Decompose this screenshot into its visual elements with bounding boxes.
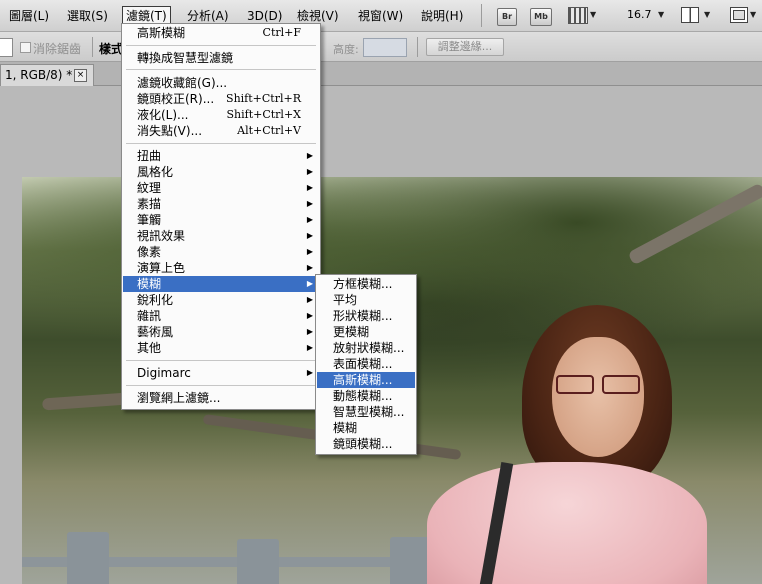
options-divider [92,37,93,57]
submenu-item-smart-blur[interactable]: 智慧型模糊... [317,404,415,420]
document-tab[interactable]: 1, RGB/8) * × [0,64,94,86]
options-divider [417,37,418,57]
submenu-arrow-icon: ▶ [306,151,313,160]
glasses-lens [602,375,640,394]
person-shirt [427,462,707,584]
menu-item-video[interactable]: 視訊效果 ▶ [123,228,319,244]
chevron-down-icon[interactable]: ▼ [658,10,664,19]
menu-item-texture[interactable]: 紋理 ▶ [123,180,319,196]
submenu-arrow-icon: ▶ [306,183,313,192]
submenu-item-average[interactable]: 平均 [317,292,415,308]
submenu-arrow-icon: ▶ [306,368,313,377]
chevron-down-icon[interactable]: ▼ [704,10,710,19]
submenu-item-box-blur[interactable]: 方框模糊... [317,276,415,292]
submenu-item-lens-blur[interactable]: 鏡頭模糊... [317,436,415,452]
style-label: 樣式 [99,42,124,56]
eyeglasses [554,373,642,394]
options-bar: 消除鋸齒 樣式 高度: 調整邊緣... [0,32,762,62]
menu-separator [126,143,316,144]
menu-item-sharpen[interactable]: 銳利化 ▶ [123,292,319,308]
submenu-arrow-icon: ▶ [306,199,313,208]
close-icon[interactable]: × [74,69,87,82]
menu-item-liquify[interactable]: 液化(L)... Shift+Ctrl+X [123,107,319,123]
menu-item-other[interactable]: 其他 ▶ [123,340,319,356]
menu-item-sketch[interactable]: 素描 ▶ [123,196,319,212]
submenu-item-radial-blur[interactable]: 放射狀模糊... [317,340,415,356]
menu-item-blur[interactable]: 模糊 ▶ [123,276,319,292]
menu-item-browse-filters-online[interactable]: 瀏覽網上濾鏡... [123,390,319,406]
submenu-arrow-icon: ▶ [306,279,313,288]
menubar-divider [481,4,482,27]
railing-post [390,537,430,584]
submenu-arrow-icon: ▶ [306,311,313,320]
menu-select[interactable]: 選取(S) [64,7,111,25]
submenu-item-blur-more[interactable]: 更模糊 [317,324,415,340]
glasses-lens [556,375,594,394]
menu-item-distort[interactable]: 扭曲 ▶ [123,148,319,164]
menu-item-brush-strokes[interactable]: 筆觸 ▶ [123,212,319,228]
menu-item-vanishing-point[interactable]: 消失點(V)... Alt+Ctrl+V [123,123,319,139]
menu-item-last-filter[interactable]: 高斯模糊 Ctrl+F [123,25,319,41]
menu-item-digimarc[interactable]: Digimarc ▶ [123,365,319,381]
person-face [552,337,644,457]
screen-mode-icon[interactable] [730,7,748,23]
menu-item-lens-correction[interactable]: 鏡頭校正(R)... Shift+Ctrl+R [123,91,319,107]
menu-separator [126,69,316,70]
menu-layer[interactable]: 圖層(L) [6,7,52,25]
submenu-arrow-icon: ▶ [306,167,313,176]
menu-item-render[interactable]: 演算上色 ▶ [123,260,319,276]
submenu-arrow-icon: ▶ [306,215,313,224]
antialias-checkbox[interactable] [20,42,31,53]
submenu-arrow-icon: ▶ [306,263,313,272]
filter-menu: 高斯模糊 Ctrl+F 轉換成智慧型濾鏡 濾鏡收藏館(G)... 鏡頭校正(R).… [121,23,321,410]
submenu-item-motion-blur[interactable]: 動態模糊... [317,388,415,404]
railing-post [67,532,109,584]
submenu-item-surface-blur[interactable]: 表面模糊... [317,356,415,372]
menu-separator [126,45,316,46]
menu-bar: 圖層(L) 選取(S) 濾鏡(T) 分析(A) 3D(D) 檢視(V) 視窗(W… [0,0,762,32]
arrange-documents-icon[interactable] [681,7,699,23]
bridge-button[interactable]: Br [497,8,517,26]
menu-item-stylize[interactable]: 風格化 ▶ [123,164,319,180]
menu-item-pixelate[interactable]: 像素 ▶ [123,244,319,260]
menu-item-artistic[interactable]: 藝術風 ▶ [123,324,319,340]
zoom-level[interactable]: 16.7 [627,8,652,21]
refine-edge-button[interactable]: 調整邊緣... [426,38,504,56]
submenu-arrow-icon: ▶ [306,231,313,240]
submenu-item-shape-blur[interactable]: 形狀模糊... [317,308,415,324]
menu-separator [126,385,316,386]
filmstrip-icon[interactable] [568,7,588,24]
chevron-down-icon[interactable]: ▼ [590,10,596,19]
menu-separator [126,360,316,361]
submenu-item-blur[interactable]: 模糊 [317,420,415,436]
menu-item-convert-smart-filter[interactable]: 轉換成智慧型濾鏡 [123,50,319,66]
menu-window[interactable]: 視窗(W) [355,7,406,25]
submenu-arrow-icon: ▶ [306,247,313,256]
antialias-label: 消除鋸齒 [33,42,82,56]
height-field[interactable] [363,38,407,57]
chevron-down-icon[interactable]: ▼ [750,10,756,19]
mini-bridge-button[interactable]: Mb [530,8,552,26]
submenu-arrow-icon: ▶ [306,295,313,304]
menu-item-filter-gallery[interactable]: 濾鏡收藏館(G)... [123,75,319,91]
menu-help[interactable]: 說明(H) [418,7,466,25]
submenu-item-gaussian-blur[interactable]: 高斯模糊... [317,372,415,388]
blur-submenu: 方框模糊... 平均 形狀模糊... 更模糊 放射狀模糊... 表面模糊... … [315,274,417,455]
feather-field[interactable] [0,38,13,57]
menu-item-noise[interactable]: 雜訊 ▶ [123,308,319,324]
height-label: 高度: [333,43,359,56]
document-tab-label: 1, RGB/8) * [5,68,73,82]
submenu-arrow-icon: ▶ [306,343,313,352]
submenu-arrow-icon: ▶ [306,327,313,336]
railing-post [237,539,279,584]
document-tab-bar: 1, RGB/8) * × [0,62,762,86]
